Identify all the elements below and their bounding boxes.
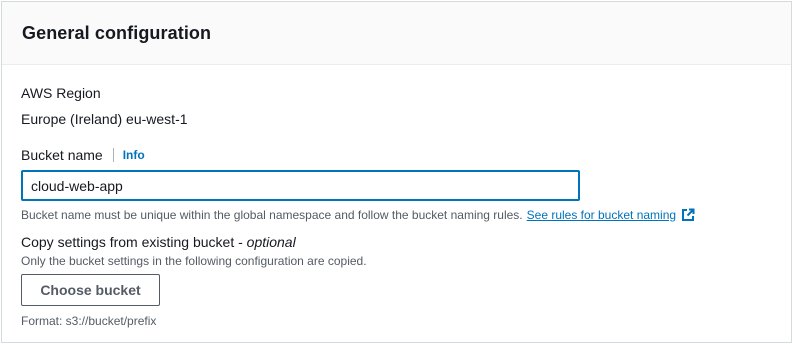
aws-region-value: Europe (Ireland) eu-west-1	[21, 111, 188, 127]
label-divider	[112, 148, 114, 162]
panel-header: General configuration	[2, 2, 791, 65]
copy-settings-label-main: Copy settings from existing bucket -	[21, 234, 247, 250]
aws-region-label: AWS Region	[21, 85, 101, 101]
bucket-name-hint: Bucket name must be unique within the gl…	[21, 207, 771, 223]
bucket-naming-rules-link[interactable]: See rules for bucket naming	[527, 207, 676, 223]
bucket-name-label-row: Bucket name Info	[21, 145, 771, 165]
copy-settings-label: Copy settings from existing bucket - opt…	[21, 232, 771, 252]
info-link[interactable]: Info	[123, 148, 145, 162]
panel-title: General configuration	[22, 22, 212, 43]
panel-body: AWS Region Europe (Ireland) eu-west-1 Bu…	[2, 65, 791, 329]
bucket-name-label: Bucket name	[21, 147, 103, 163]
copy-settings-description: Only the bucket settings in the followin…	[21, 254, 367, 268]
format-hint: Format: s3://bucket/prefix	[21, 314, 157, 328]
choose-bucket-button[interactable]: Choose bucket	[21, 274, 160, 306]
external-link-icon[interactable]	[681, 208, 695, 222]
bucket-name-hint-text: Bucket name must be unique within the gl…	[21, 208, 523, 222]
general-configuration-panel: General configuration AWS Region Europe …	[1, 1, 792, 343]
copy-settings-optional: optional	[246, 234, 296, 250]
bucket-name-input[interactable]	[21, 170, 580, 201]
